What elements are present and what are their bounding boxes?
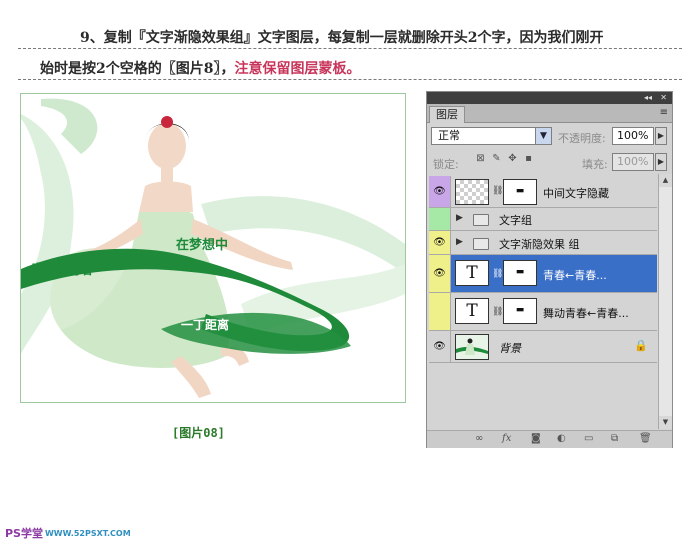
- link-icon: ⛓: [492, 269, 504, 279]
- layer-thumbnail: [455, 179, 489, 205]
- folder-icon: [473, 238, 489, 250]
- layer-row[interactable]: T ⛓ ▬ 舞动青春←青春...: [429, 293, 657, 331]
- logo-text-2: WWW.52PSXT.COM: [44, 528, 131, 538]
- layer-mask-thumbnail[interactable]: ▬: [503, 298, 537, 324]
- layer-mask-thumbnail[interactable]: ▬: [503, 260, 537, 286]
- eye-icon[interactable]: [429, 293, 451, 330]
- layer-mask-thumbnail[interactable]: ▬: [503, 179, 537, 205]
- opacity-label: 不透明度:: [558, 132, 606, 145]
- logo-text-1: PS学堂: [5, 527, 43, 540]
- layer-name: 文字渐隐效果 组: [499, 238, 580, 251]
- instruction-line-2-plain: 始时是按2个空格的〖图片8〗，: [40, 61, 235, 77]
- eye-icon[interactable]: [429, 208, 451, 230]
- text-layer-icon: T: [455, 260, 489, 286]
- folder-icon[interactable]: ▭: [584, 433, 593, 444]
- layer-name: 文字组: [499, 214, 532, 227]
- new-layer-icon[interactable]: ⧉: [611, 433, 618, 444]
- opacity-arrow-icon[interactable]: ▶: [655, 127, 667, 145]
- layer-name: 舞动青春←青春...: [543, 307, 629, 320]
- photo-illustration: 青春←青春 在梦想中 一丁距离: [21, 98, 405, 398]
- triangle-right-icon[interactable]: ▶: [456, 213, 463, 223]
- lock-transparency-icon[interactable]: ⊠: [475, 153, 486, 164]
- lock-brush-icon[interactable]: ✎: [491, 153, 502, 164]
- layer-name: 背景: [499, 342, 521, 355]
- fill-label: 填充:: [582, 158, 608, 171]
- background-thumbnail: [455, 334, 489, 360]
- layer-row[interactable]: 👁 ▶ 文字渐隐效果 组: [429, 231, 657, 255]
- mask-icon[interactable]: ◙: [531, 433, 541, 444]
- ribbon-text-2: 在梦想中: [176, 237, 228, 253]
- layer-name: 青春←青春...: [543, 269, 607, 282]
- lock-all-icon[interactable]: ▪: [523, 153, 534, 164]
- link-icon[interactable]: ∞: [475, 433, 483, 444]
- collapse-icon[interactable]: ◂◂: [644, 93, 652, 103]
- layer-row[interactable]: 👁 ⛓ ▬ 中间文字隐藏: [429, 176, 657, 208]
- opacity-input[interactable]: 100%: [612, 127, 654, 145]
- blend-mode-select[interactable]: 正常 ▼: [431, 127, 552, 145]
- eye-icon[interactable]: 👁: [429, 176, 451, 207]
- adjustment-icon[interactable]: ◐: [557, 433, 566, 444]
- tab-layers[interactable]: 图层: [429, 106, 465, 123]
- ribbon-text-1: 青春←青春: [31, 262, 95, 278]
- folder-icon: [473, 214, 489, 226]
- layers-panel: ◂◂ ✕ 图层 ≡ 正常 ▼ 不透明度: 100% ▶ 锁定: ⊠ ✎ ✥ ▪ …: [426, 91, 673, 448]
- chevron-down-icon[interactable]: ▼: [535, 128, 551, 144]
- lock-move-icon[interactable]: ✥: [507, 153, 518, 164]
- scroll-down-icon[interactable]: ▼: [659, 416, 672, 429]
- layer-name: 中间文字隐藏: [543, 187, 609, 200]
- eye-icon[interactable]: 👁: [429, 255, 451, 292]
- eye-icon[interactable]: 👁: [429, 231, 451, 254]
- layer-row[interactable]: 👁 背景 🔒: [429, 331, 657, 363]
- panel-tabbar: 图层 ≡: [427, 104, 672, 123]
- layers-scrollbar[interactable]: ▲ ▼: [658, 174, 672, 429]
- divider-line-2: [18, 79, 682, 80]
- divider-line-1: [18, 48, 682, 49]
- blend-mode-value: 正常: [438, 129, 460, 142]
- panel-menu-icon[interactable]: ≡: [660, 107, 668, 118]
- close-icon[interactable]: ✕: [660, 93, 667, 103]
- example-photo: 青春←青春 在梦想中 一丁距离: [20, 93, 406, 403]
- link-icon: ⛓: [492, 307, 504, 317]
- eye-icon[interactable]: 👁: [429, 331, 451, 362]
- fill-input[interactable]: 100%: [612, 153, 654, 171]
- instruction-line-2: 始时是按2个空格的〖图片8〗，注意保留图层蒙板。: [40, 58, 360, 78]
- scroll-up-icon[interactable]: ▲: [659, 174, 672, 187]
- lock-label: 锁定:: [433, 158, 459, 171]
- photo-caption: [图片08]: [172, 426, 225, 440]
- link-icon: ⛓: [492, 186, 504, 196]
- lock-icon: 🔒: [634, 339, 648, 352]
- trash-icon[interactable]: 🗑: [639, 433, 652, 444]
- text-layer-icon: T: [455, 298, 489, 324]
- ribbon-text-3: 一丁距离: [181, 317, 229, 332]
- panel-footer: ∞ fx ◙ ◐ ▭ ⧉ 🗑: [427, 430, 672, 448]
- layer-row[interactable]: ▶ 文字组: [429, 208, 657, 231]
- fx-icon[interactable]: fx: [502, 433, 511, 444]
- panel-titlebar[interactable]: ◂◂ ✕: [427, 92, 672, 104]
- layers-list: 👁 ⛓ ▬ 中间文字隐藏 ▶ 文字组 👁 ▶ 文字渐隐效果 组 👁 T ⛓ ▬ …: [429, 173, 657, 429]
- triangle-right-icon[interactable]: ▶: [456, 237, 463, 247]
- instruction-line-2-accent: 注意保留图层蒙板。: [234, 61, 361, 77]
- lock-icons: ⊠ ✎ ✥ ▪: [475, 153, 534, 167]
- site-logo: PS学堂 WWW.52PSXT.COM: [5, 522, 155, 544]
- layer-row-selected[interactable]: 👁 T ⛓ ▬ 青春←青春...: [429, 255, 657, 293]
- fill-arrow-icon[interactable]: ▶: [655, 153, 667, 171]
- instruction-line-1: 9、复制『文字渐隐效果组』文字图层，每复制一层就删除开头2个字，因为我们刚开: [80, 30, 604, 46]
